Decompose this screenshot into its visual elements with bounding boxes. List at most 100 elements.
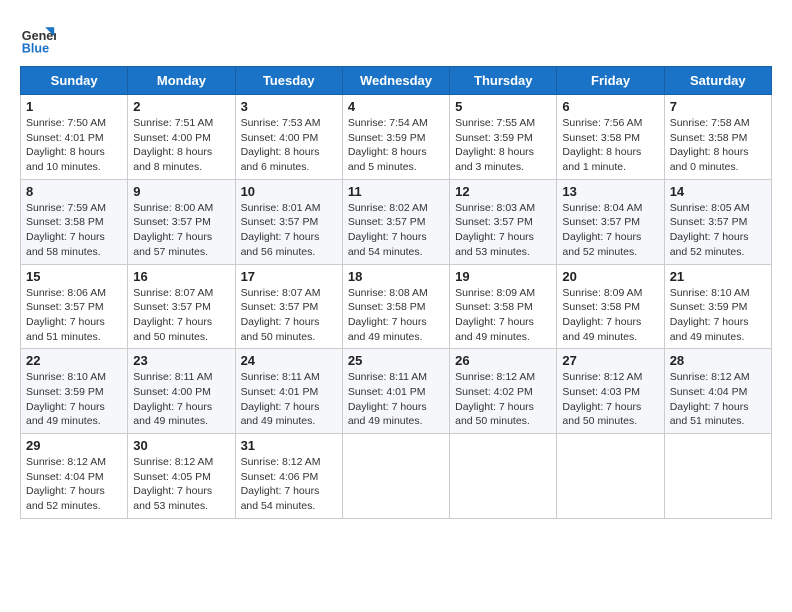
calendar-day-cell: 29 Sunrise: 8:12 AM Sunset: 4:04 PM Dayli… bbox=[21, 434, 128, 519]
weekday-header-cell: Sunday bbox=[21, 67, 128, 95]
calendar-day-cell: 11Sunrise: 8:02 AM Sunset: 3:57 PM Dayli… bbox=[342, 179, 449, 264]
day-info: Sunrise: 8:06 AM Sunset: 3:57 PM Dayligh… bbox=[26, 286, 122, 345]
calendar-day-cell: 26 Sunrise: 8:12 AM Sunset: 4:02 PM Dayli… bbox=[450, 349, 557, 434]
calendar-day-cell: 14Sunrise: 8:05 AM Sunset: 3:57 PM Dayli… bbox=[664, 179, 771, 264]
svg-text:Blue: Blue bbox=[22, 41, 49, 55]
calendar-day-cell: 21Sunrise: 8:10 AM Sunset: 3:59 PM Dayli… bbox=[664, 264, 771, 349]
calendar-day-cell: 3Sunrise: 7:53 AM Sunset: 4:00 PM Daylig… bbox=[235, 95, 342, 180]
calendar: SundayMondayTuesdayWednesdayThursdayFrid… bbox=[20, 66, 772, 519]
day-number: 11 bbox=[348, 184, 444, 199]
calendar-day-cell: 31 Sunrise: 8:12 AM Sunset: 4:06 PM Dayli… bbox=[235, 434, 342, 519]
calendar-day-cell: 6Sunrise: 7:56 AM Sunset: 3:58 PM Daylig… bbox=[557, 95, 664, 180]
calendar-week-row: 8 Sunrise: 7:59 AM Sunset: 3:58 PM Daylig… bbox=[21, 179, 772, 264]
day-info: Sunrise: 8:05 AM Sunset: 3:57 PM Dayligh… bbox=[670, 201, 766, 260]
day-number: 10 bbox=[241, 184, 337, 199]
calendar-day-cell: 13 Sunrise: 8:04 AM Sunset: 3:57 PM Dayli… bbox=[557, 179, 664, 264]
day-number: 30 bbox=[133, 438, 229, 453]
day-info: Sunrise: 8:08 AM Sunset: 3:58 PM Dayligh… bbox=[348, 286, 444, 345]
calendar-day-cell: 10 Sunrise: 8:01 AM Sunset: 3:57 PM Dayli… bbox=[235, 179, 342, 264]
day-info: Sunrise: 8:12 AM Sunset: 4:05 PM Dayligh… bbox=[133, 455, 229, 514]
day-info: Sunrise: 7:58 AM Sunset: 3:58 PM Dayligh… bbox=[670, 116, 766, 175]
day-info: Sunrise: 7:56 AM Sunset: 3:58 PM Dayligh… bbox=[562, 116, 658, 175]
calendar-day-cell: 16 Sunrise: 8:07 AM Sunset: 3:57 PM Dayli… bbox=[128, 264, 235, 349]
day-number: 8 bbox=[26, 184, 122, 199]
day-number: 9 bbox=[133, 184, 229, 199]
day-number: 13 bbox=[562, 184, 658, 199]
day-number: 7 bbox=[670, 99, 766, 114]
day-info: Sunrise: 8:09 AM Sunset: 3:58 PM Dayligh… bbox=[562, 286, 658, 345]
day-number: 20 bbox=[562, 269, 658, 284]
calendar-day-cell: 5 Sunrise: 7:55 AM Sunset: 3:59 PM Daylig… bbox=[450, 95, 557, 180]
calendar-day-cell: 8 Sunrise: 7:59 AM Sunset: 3:58 PM Daylig… bbox=[21, 179, 128, 264]
weekday-header-cell: Tuesday bbox=[235, 67, 342, 95]
day-info: Sunrise: 8:10 AM Sunset: 3:59 PM Dayligh… bbox=[26, 370, 122, 429]
day-number: 28 bbox=[670, 353, 766, 368]
calendar-day-cell: 25 Sunrise: 8:11 AM Sunset: 4:01 PM Dayli… bbox=[342, 349, 449, 434]
calendar-week-row: 22 Sunrise: 8:10 AM Sunset: 3:59 PM Dayli… bbox=[21, 349, 772, 434]
calendar-day-cell bbox=[557, 434, 664, 519]
calendar-week-row: 29 Sunrise: 8:12 AM Sunset: 4:04 PM Dayli… bbox=[21, 434, 772, 519]
day-number: 15 bbox=[26, 269, 122, 284]
calendar-body: 1 Sunrise: 7:50 AM Sunset: 4:01 PM Daylig… bbox=[21, 95, 772, 519]
day-number: 29 bbox=[26, 438, 122, 453]
day-number: 26 bbox=[455, 353, 551, 368]
day-number: 17 bbox=[241, 269, 337, 284]
logo-icon: General Blue bbox=[20, 20, 56, 56]
day-number: 19 bbox=[455, 269, 551, 284]
calendar-week-row: 15 Sunrise: 8:06 AM Sunset: 3:57 PM Dayli… bbox=[21, 264, 772, 349]
calendar-day-cell: 28 Sunrise: 8:12 AM Sunset: 4:04 PM Dayli… bbox=[664, 349, 771, 434]
weekday-header-cell: Saturday bbox=[664, 67, 771, 95]
calendar-day-cell: 9Sunrise: 8:00 AM Sunset: 3:57 PM Daylig… bbox=[128, 179, 235, 264]
day-number: 22 bbox=[26, 353, 122, 368]
calendar-day-cell: 2Sunrise: 7:51 AM Sunset: 4:00 PM Daylig… bbox=[128, 95, 235, 180]
calendar-day-cell: 4 Sunrise: 7:54 AM Sunset: 3:59 PM Daylig… bbox=[342, 95, 449, 180]
calendar-day-cell: 24 Sunrise: 8:11 AM Sunset: 4:01 PM Dayli… bbox=[235, 349, 342, 434]
weekday-header-row: SundayMondayTuesdayWednesdayThursdayFrid… bbox=[21, 67, 772, 95]
day-number: 1 bbox=[26, 99, 122, 114]
day-info: Sunrise: 8:11 AM Sunset: 4:00 PM Dayligh… bbox=[133, 370, 229, 429]
weekday-header-cell: Wednesday bbox=[342, 67, 449, 95]
calendar-day-cell: 18 Sunrise: 8:08 AM Sunset: 3:58 PM Dayli… bbox=[342, 264, 449, 349]
day-info: Sunrise: 8:09 AM Sunset: 3:58 PM Dayligh… bbox=[455, 286, 551, 345]
day-info: Sunrise: 8:11 AM Sunset: 4:01 PM Dayligh… bbox=[348, 370, 444, 429]
day-number: 31 bbox=[241, 438, 337, 453]
calendar-day-cell: 22 Sunrise: 8:10 AM Sunset: 3:59 PM Dayli… bbox=[21, 349, 128, 434]
weekday-header-cell: Thursday bbox=[450, 67, 557, 95]
day-info: Sunrise: 8:12 AM Sunset: 4:03 PM Dayligh… bbox=[562, 370, 658, 429]
calendar-day-cell: 7 Sunrise: 7:58 AM Sunset: 3:58 PM Daylig… bbox=[664, 95, 771, 180]
calendar-day-cell: 23Sunrise: 8:11 AM Sunset: 4:00 PM Dayli… bbox=[128, 349, 235, 434]
calendar-week-row: 1 Sunrise: 7:50 AM Sunset: 4:01 PM Daylig… bbox=[21, 95, 772, 180]
header: General Blue bbox=[20, 20, 772, 56]
day-info: Sunrise: 8:04 AM Sunset: 3:57 PM Dayligh… bbox=[562, 201, 658, 260]
calendar-day-cell: 30 Sunrise: 8:12 AM Sunset: 4:05 PM Dayli… bbox=[128, 434, 235, 519]
day-number: 27 bbox=[562, 353, 658, 368]
day-info: Sunrise: 7:55 AM Sunset: 3:59 PM Dayligh… bbox=[455, 116, 551, 175]
day-info: Sunrise: 8:12 AM Sunset: 4:04 PM Dayligh… bbox=[670, 370, 766, 429]
day-info: Sunrise: 7:59 AM Sunset: 3:58 PM Dayligh… bbox=[26, 201, 122, 260]
day-info: Sunrise: 8:07 AM Sunset: 3:57 PM Dayligh… bbox=[133, 286, 229, 345]
day-number: 5 bbox=[455, 99, 551, 114]
day-info: Sunrise: 8:01 AM Sunset: 3:57 PM Dayligh… bbox=[241, 201, 337, 260]
calendar-day-cell: 15 Sunrise: 8:06 AM Sunset: 3:57 PM Dayli… bbox=[21, 264, 128, 349]
calendar-day-cell: 12Sunrise: 8:03 AM Sunset: 3:57 PM Dayli… bbox=[450, 179, 557, 264]
day-info: Sunrise: 8:07 AM Sunset: 3:57 PM Dayligh… bbox=[241, 286, 337, 345]
weekday-header-cell: Monday bbox=[128, 67, 235, 95]
day-info: Sunrise: 7:50 AM Sunset: 4:01 PM Dayligh… bbox=[26, 116, 122, 175]
day-info: Sunrise: 7:54 AM Sunset: 3:59 PM Dayligh… bbox=[348, 116, 444, 175]
day-number: 25 bbox=[348, 353, 444, 368]
calendar-day-cell: 17 Sunrise: 8:07 AM Sunset: 3:57 PM Dayli… bbox=[235, 264, 342, 349]
calendar-day-cell: 1 Sunrise: 7:50 AM Sunset: 4:01 PM Daylig… bbox=[21, 95, 128, 180]
calendar-day-cell bbox=[342, 434, 449, 519]
day-number: 18 bbox=[348, 269, 444, 284]
calendar-day-cell: 27 Sunrise: 8:12 AM Sunset: 4:03 PM Dayli… bbox=[557, 349, 664, 434]
day-info: Sunrise: 8:12 AM Sunset: 4:06 PM Dayligh… bbox=[241, 455, 337, 514]
day-info: Sunrise: 8:12 AM Sunset: 4:02 PM Dayligh… bbox=[455, 370, 551, 429]
calendar-day-cell: 19 Sunrise: 8:09 AM Sunset: 3:58 PM Dayli… bbox=[450, 264, 557, 349]
day-info: Sunrise: 7:53 AM Sunset: 4:00 PM Dayligh… bbox=[241, 116, 337, 175]
day-info: Sunrise: 8:11 AM Sunset: 4:01 PM Dayligh… bbox=[241, 370, 337, 429]
day-number: 4 bbox=[348, 99, 444, 114]
day-number: 24 bbox=[241, 353, 337, 368]
day-number: 2 bbox=[133, 99, 229, 114]
day-info: Sunrise: 8:12 AM Sunset: 4:04 PM Dayligh… bbox=[26, 455, 122, 514]
day-number: 16 bbox=[133, 269, 229, 284]
